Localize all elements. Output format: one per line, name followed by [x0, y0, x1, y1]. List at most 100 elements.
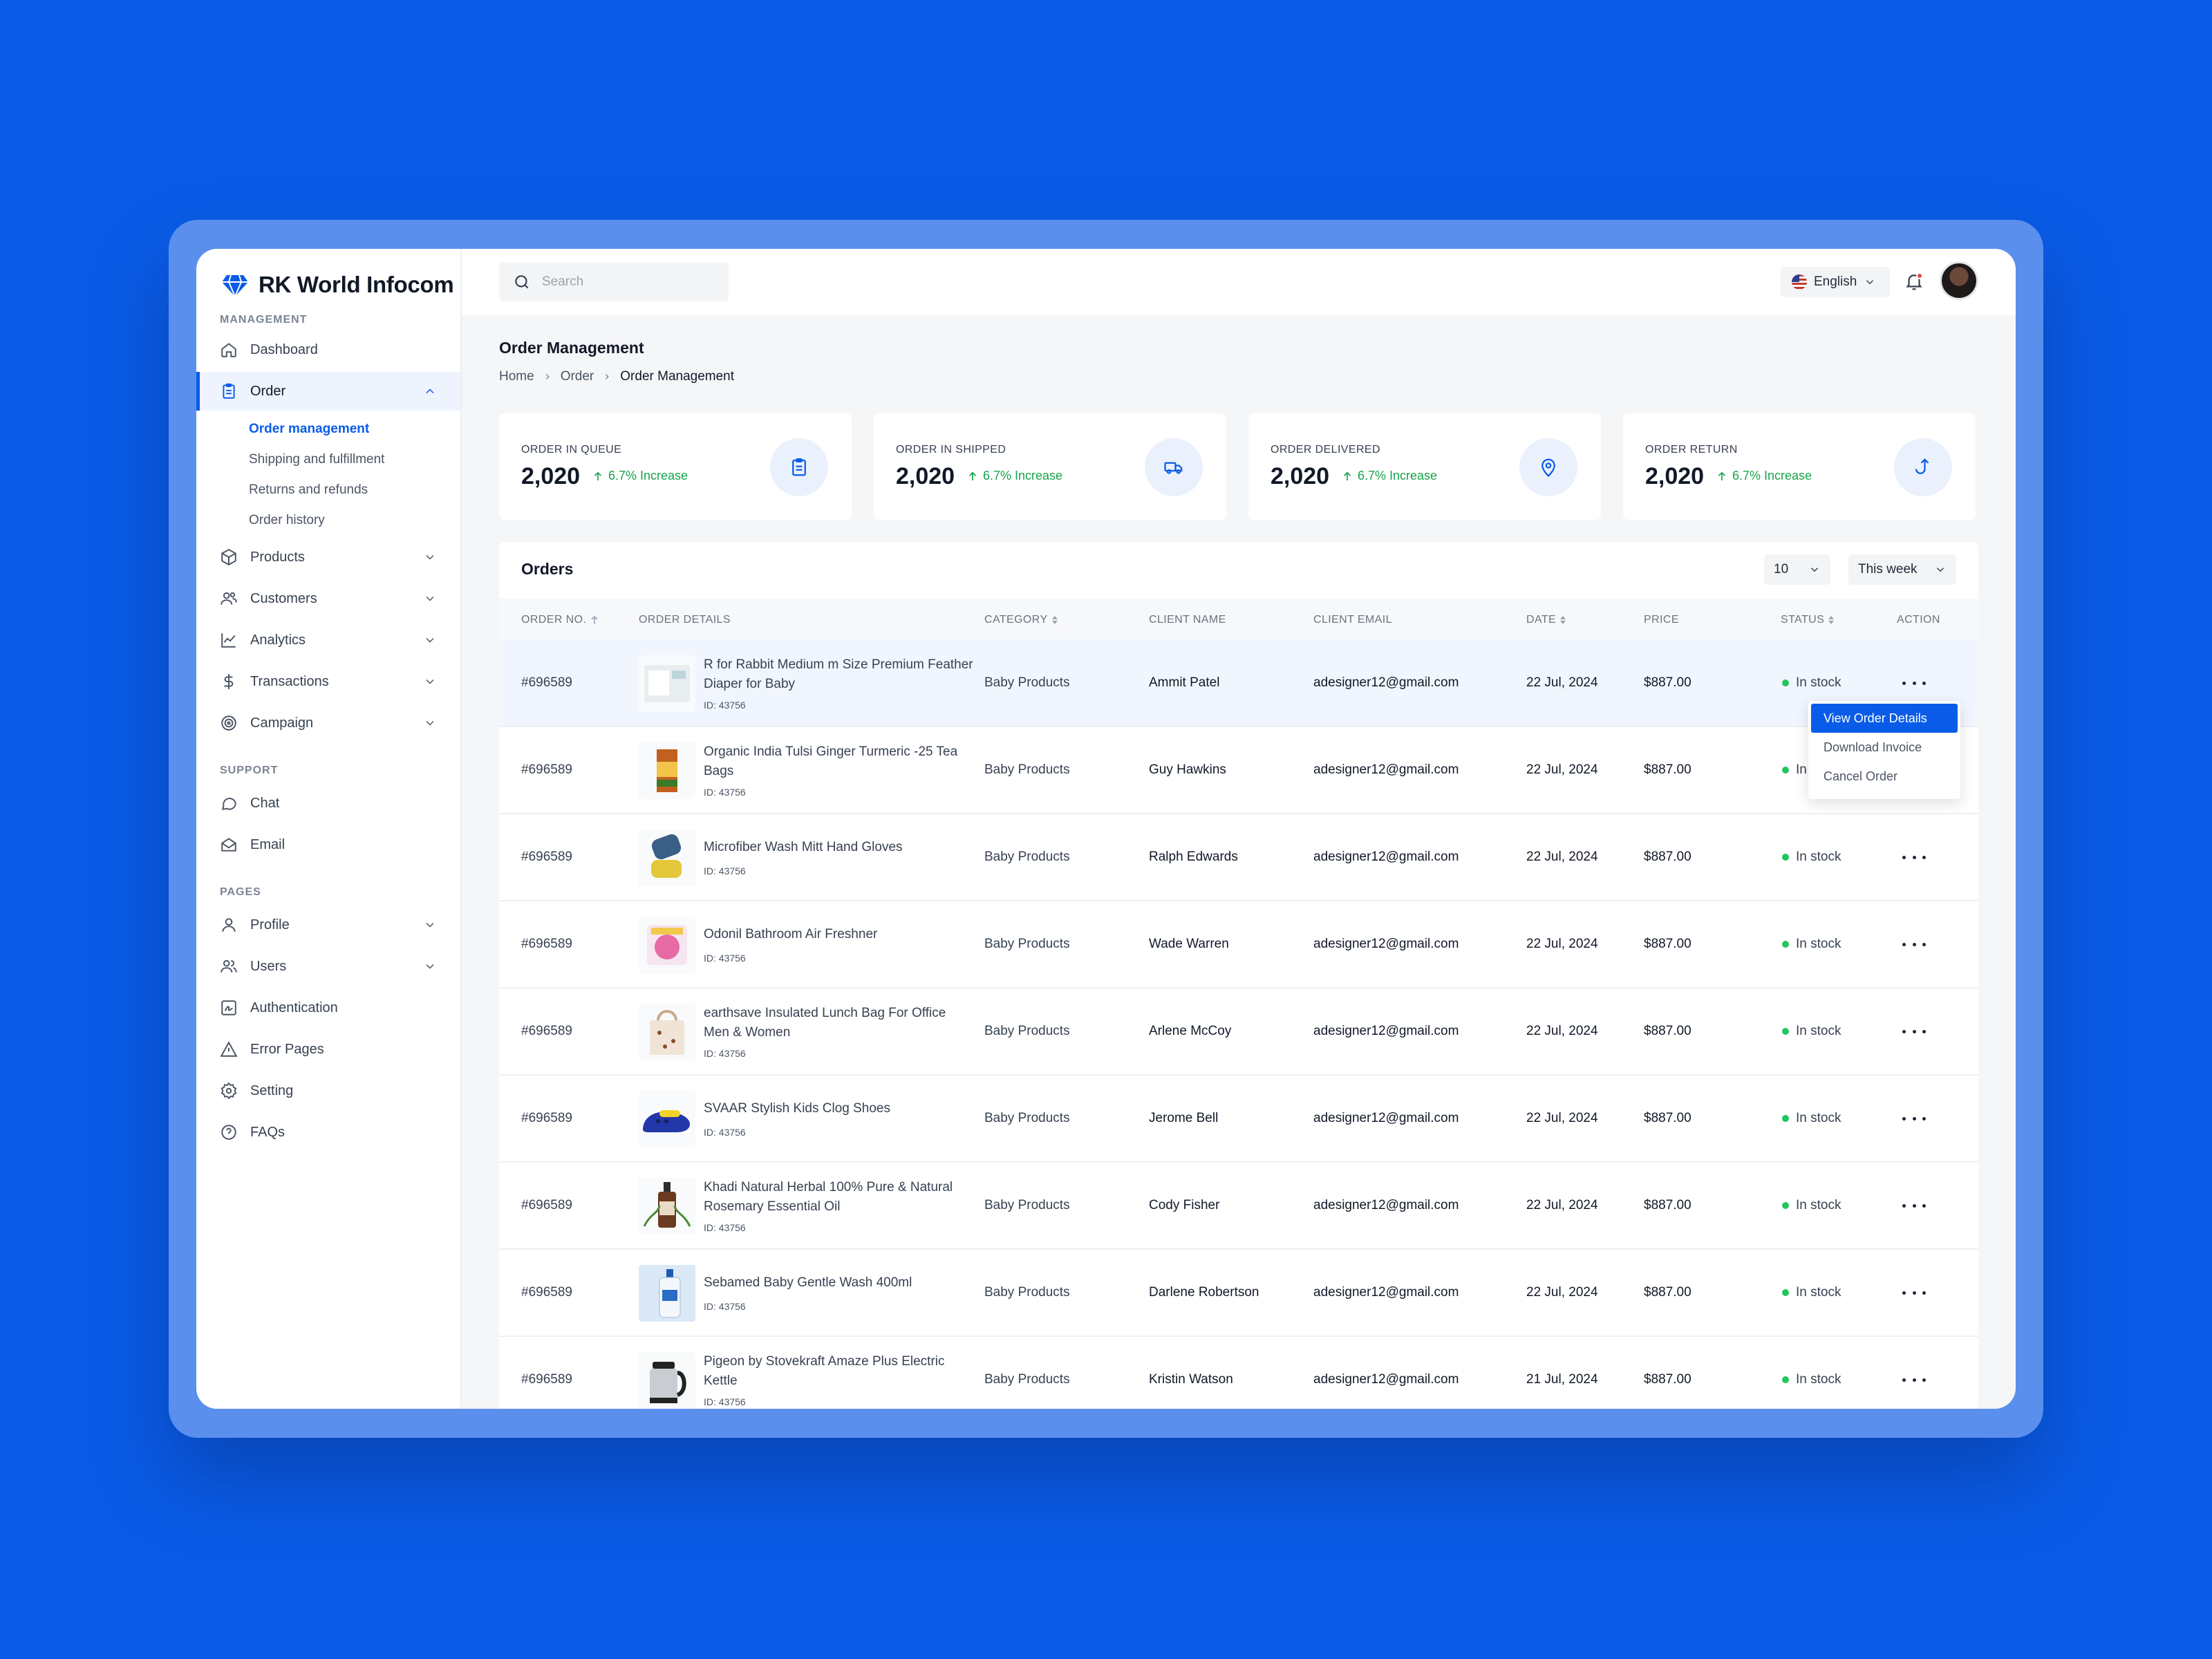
status-dot [1782, 941, 1789, 948]
chevron-up-icon[interactable] [423, 384, 437, 398]
sidebar-item-faqs[interactable]: FAQs [196, 1113, 460, 1152]
brand[interactable]: RK World Infocom [221, 264, 454, 306]
sidebar-item-analytics[interactable]: Analytics [196, 621, 460, 659]
status-badge: In stock [1782, 675, 1841, 691]
sidebar-item-dashboard[interactable]: Dashboard [196, 330, 460, 369]
more-actions-button[interactable] [1902, 1373, 1926, 1387]
chevron-right-icon [545, 374, 550, 379]
category: Baby Products [984, 1024, 1070, 1038]
table-row[interactable]: #696589 Microfiber Wash Mitt Hand Gloves… [499, 814, 1978, 901]
more-actions-button[interactable] [1902, 937, 1926, 951]
chevron-down-icon[interactable] [423, 918, 437, 932]
table-row[interactable]: #696589 SVAAR Stylish Kids Clog Shoes ID… [499, 1076, 1978, 1163]
status-text: In stock [1796, 850, 1841, 864]
sidebar-item-setting[interactable]: Setting [196, 1071, 460, 1110]
sidebar-item-users[interactable]: Users [196, 947, 460, 986]
menu-item-cancel-order[interactable]: Cancel Order [1811, 762, 1958, 791]
product-name[interactable]: Microfiber Wash Mitt Hand Gloves [704, 838, 973, 857]
chevron-down-icon[interactable] [423, 959, 437, 973]
product-name[interactable]: R for Rabbit Medium m Size Premium Feath… [704, 655, 973, 694]
client-email: adesigner12@gmail.com [1313, 762, 1459, 777]
chevron-down-icon[interactable] [423, 675, 437, 688]
sidebar-item-products[interactable]: Products [196, 538, 460, 577]
sidebar-item-customers[interactable]: Customers [196, 579, 460, 618]
sidebar-subitem-order-management[interactable]: Order management [249, 419, 369, 440]
chevron-down-icon[interactable] [423, 633, 437, 647]
menu-item-download-invoice[interactable]: Download Invoice [1811, 733, 1958, 762]
search-input[interactable] [542, 274, 708, 290]
order-date: 22 Jul, 2024 [1526, 675, 1598, 690]
sidebar-item-campaign[interactable]: Campaign [196, 704, 460, 742]
language-selector[interactable]: English [1781, 267, 1890, 297]
stat-trend: 6.7% Increase [966, 469, 1062, 483]
help-circle-icon [221, 1125, 236, 1140]
more-actions-button[interactable] [1902, 1286, 1926, 1300]
table-row[interactable]: #696589 Organic India Tulsi Ginger Turme… [499, 727, 1978, 814]
column-header-status[interactable]: STATUS [1781, 614, 1835, 626]
user-avatar[interactable] [1940, 261, 1978, 300]
table-row[interactable]: #696589 Sebamed Baby Gentle Wash 400ml I… [499, 1250, 1978, 1337]
more-actions-button[interactable] [1902, 1199, 1926, 1212]
status-dot [1782, 1202, 1789, 1209]
chevron-down-icon[interactable] [423, 716, 437, 730]
column-header-category[interactable]: CATEGORY [984, 614, 1058, 626]
product-name[interactable]: Pigeon by Stovekraft Amaze Plus Electric… [704, 1352, 973, 1391]
sidebar-item-transactions[interactable]: Transactions [196, 662, 460, 701]
sidebar-item-label: Email [250, 836, 285, 852]
notification-button[interactable] [1904, 271, 1926, 293]
sidebar-subitem-order-history[interactable]: Order history [249, 510, 325, 531]
table-row[interactable]: #696589 Pigeon by Stovekraft Amaze Plus … [499, 1337, 1978, 1409]
return-arrow-icon [1915, 458, 1929, 474]
category: Baby Products [984, 937, 1070, 951]
chevron-down-icon[interactable] [423, 550, 437, 564]
product-name[interactable]: Sebamed Baby Gentle Wash 400ml [704, 1273, 973, 1293]
mail-open-icon [221, 838, 236, 852]
more-actions-button[interactable] [1902, 1024, 1926, 1038]
order-number: #696589 [521, 1198, 572, 1212]
menu-item-view-order-details[interactable]: View Order Details [1811, 704, 1958, 733]
product-name[interactable]: earthsave Insulated Lunch Bag For Office… [704, 1004, 973, 1042]
page-size-select[interactable]: 10 [1764, 554, 1830, 585]
gear-icon [221, 1082, 237, 1100]
column-header-date[interactable]: DATE [1526, 614, 1566, 626]
table-row[interactable]: #696589 earthsave Insulated Lunch Bag Fo… [499, 988, 1978, 1076]
sidebar-subitem-returns[interactable]: Returns and refunds [249, 480, 368, 500]
client-email: adesigner12@gmail.com [1313, 937, 1459, 951]
sidebar-subitem-shipping[interactable]: Shipping and fulfillment [249, 449, 384, 470]
status-dot [1782, 1115, 1789, 1122]
sidebar-item-order[interactable]: Order [196, 372, 460, 411]
sidebar-item-error-pages[interactable]: Error Pages [196, 1030, 460, 1069]
more-actions-button[interactable] [1902, 850, 1926, 864]
order-number: #696589 [521, 762, 572, 777]
sidebar-item-authentication[interactable]: Authentication [196, 988, 460, 1027]
date-range-select[interactable]: This week [1848, 554, 1956, 585]
orders-panel: Orders 10 This week ORDER NO. ORDER DETA… [499, 542, 1978, 1409]
table-row[interactable]: #696589 Khadi Natural Herbal 100% Pure &… [499, 1163, 1978, 1250]
product-name[interactable]: Khadi Natural Herbal 100% Pure & Natural… [704, 1178, 973, 1217]
sidebar-item-chat[interactable]: Chat [196, 784, 460, 823]
breadcrumb-order[interactable]: Order [561, 369, 594, 384]
search-box[interactable] [499, 263, 729, 301]
chevron-right-icon [606, 374, 609, 379]
more-actions-button[interactable] [1902, 1112, 1926, 1125]
product-name[interactable]: SVAAR Stylish Kids Clog Shoes [704, 1099, 973, 1118]
sidebar-item-label: Authentication [250, 1000, 338, 1015]
more-actions-button[interactable] [1902, 676, 1926, 690]
stat-card-queue: ORDER IN QUEUE 2,020 6.7% Increase [499, 413, 852, 520]
column-label: ORDER DETAILS [639, 614, 731, 626]
sidebar-item-profile[interactable]: Profile [196, 906, 460, 944]
table-row[interactable]: #696589 R for Rabbit Medium m Size Premi… [499, 640, 1978, 727]
product-name[interactable]: Organic India Tulsi Ginger Turmeric -25 … [704, 742, 973, 781]
column-header-order-no[interactable]: ORDER NO. [521, 614, 599, 626]
us-flag-icon [1792, 274, 1807, 290]
status-text: In stock [1796, 1372, 1841, 1387]
chart-line-icon [221, 633, 236, 648]
sidebar-item-label: Error Pages [250, 1041, 324, 1057]
product-name[interactable]: Odonil Bathroom Air Freshner [704, 925, 973, 944]
sidebar-item-email[interactable]: Email [196, 825, 460, 864]
chevron-down-icon [1936, 568, 1944, 572]
category: Baby Products [984, 675, 1070, 690]
table-row[interactable]: #696589 Odonil Bathroom Air Freshner ID:… [499, 901, 1978, 988]
chevron-down-icon[interactable] [423, 592, 437, 606]
breadcrumb-home[interactable]: Home [499, 369, 534, 384]
